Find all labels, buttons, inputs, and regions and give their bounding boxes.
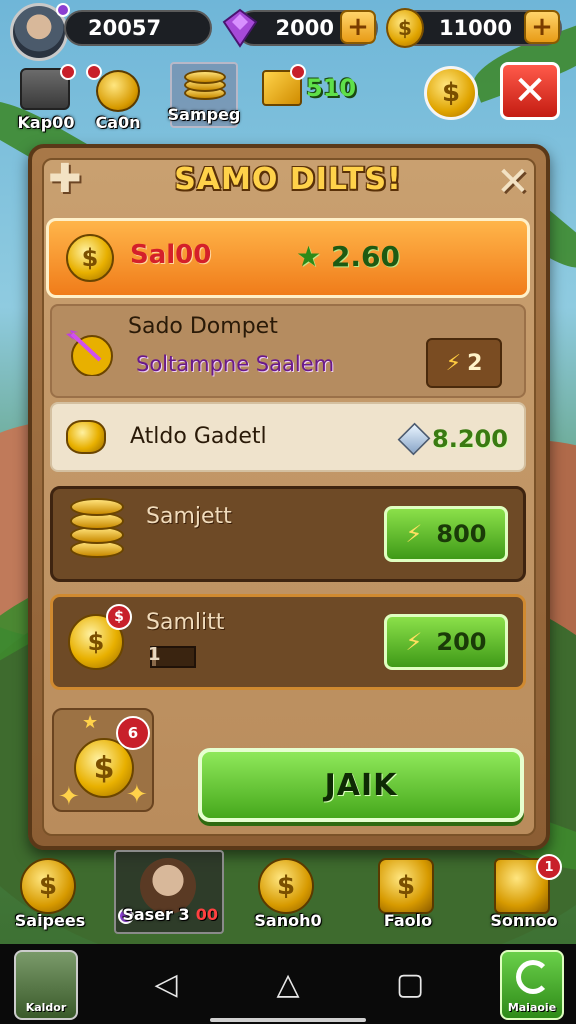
buy-button[interactable]: ⚡ 800	[384, 506, 508, 562]
item-value: 8.200	[397, 420, 510, 458]
dock-label: Saser 3	[122, 905, 190, 924]
settings-coin-icon[interactable]: $	[424, 66, 478, 120]
coin-icon: $	[66, 234, 114, 282]
score-counter: 20057	[64, 10, 212, 46]
shortcut-label: Kap00	[17, 113, 75, 132]
recents-icon[interactable]: ▢	[388, 962, 432, 1006]
dock-label: Saipees	[14, 911, 86, 930]
notification-dot	[290, 64, 306, 80]
item-label: Samlitt	[146, 610, 225, 635]
coin-icon: $	[20, 858, 76, 914]
shortcut-coin-bag[interactable]: Ca0n	[86, 64, 150, 132]
dock-badge: 1	[536, 854, 562, 880]
join-button[interactable]: JAIK	[198, 748, 524, 822]
star-icon: ★	[296, 240, 331, 273]
sparkle-icon: ✦	[58, 782, 80, 812]
panel-title: SAMO DILTS!	[174, 162, 402, 197]
bonus-reward-tile[interactable]: $ ✦ ✦ ★ 6	[52, 708, 154, 812]
bonus-badge: 6	[116, 716, 150, 750]
dock-item-character[interactable]: 00 Saser 3	[114, 850, 224, 934]
dock-item[interactable]: 1 Sonnoo	[488, 852, 562, 932]
item-title: Sado Dompet	[128, 314, 278, 339]
refresh-icon	[516, 960, 550, 994]
app-label: Maiaoie	[507, 1001, 557, 1014]
offer-value: ★ 2.60	[296, 240, 400, 273]
item-label: Atldo Gadetl	[130, 424, 267, 449]
item-value-text: 8.200	[432, 425, 508, 453]
dock-label: Faolo	[383, 911, 433, 930]
lightning-icon: ⚡	[405, 628, 423, 656]
dock-label: Sonnoo	[490, 911, 558, 930]
buy-price: 200	[436, 628, 487, 656]
lightning-icon: ⚡	[445, 350, 462, 376]
lightning-icon: ⚡	[405, 520, 423, 548]
coin-pile-icon	[66, 420, 106, 454]
magic-wand-icon	[66, 330, 113, 376]
item-count: 2	[467, 350, 483, 376]
panel-close-button[interactable]: ✕	[490, 160, 536, 204]
shortcut-label: Sampeg	[167, 105, 241, 124]
coin-stack-icon: $	[378, 858, 434, 914]
left-app-shortcut[interactable]: Kaldor	[14, 950, 78, 1020]
shortcut-samples[interactable]: Sampeg	[168, 62, 240, 128]
offer-price: 2.60	[330, 240, 400, 273]
add-coins-button[interactable]: +	[524, 10, 560, 44]
progress-text: 1	[148, 644, 161, 665]
coin-icon: $	[386, 8, 424, 48]
coin-icon: $	[258, 858, 314, 914]
add-gems-button[interactable]: +	[340, 10, 376, 44]
item-count-badge: ⚡ 2	[426, 338, 502, 388]
buy-button[interactable]: ⚡ 200	[384, 614, 508, 670]
bone-icon: ✚	[48, 156, 82, 202]
notification-badge: $	[106, 604, 132, 630]
coin-stack-layer	[70, 498, 124, 516]
notification-dot	[86, 64, 102, 80]
dock-label: Sanoh0	[254, 911, 322, 930]
notification-dot	[60, 64, 76, 80]
shortcut-label: Ca0n	[95, 113, 141, 132]
dock-item[interactable]: $ Sanoh0	[252, 852, 324, 932]
gems-value: 2000	[275, 16, 334, 40]
offer-label: Sal00	[130, 240, 212, 270]
box-count: 510	[306, 74, 357, 102]
diamond-icon	[397, 422, 431, 456]
right-app-shortcut[interactable]: Maiaoie	[500, 950, 564, 1020]
score-value: 20057	[88, 16, 162, 40]
dock-item[interactable]: $ Saipees	[14, 852, 86, 932]
purple-gem-icon	[222, 8, 258, 48]
coins-value: 11000	[438, 16, 512, 40]
app-label: Kaldor	[25, 1001, 67, 1014]
featured-offer-row[interactable]	[46, 218, 530, 298]
item-label: Samjett	[146, 504, 232, 529]
close-button[interactable]: ✕	[500, 62, 560, 120]
buy-price: 800	[436, 520, 487, 548]
sparkle-icon: ✦	[126, 780, 148, 810]
coin-stack-layer	[184, 70, 226, 84]
gesture-indicator	[210, 1018, 366, 1022]
top-bar: 20057 2000 + 11000 $ +	[0, 0, 576, 61]
coin-bag-icon	[96, 70, 140, 112]
item-subtitle: Soltampne Saalem	[136, 352, 335, 376]
dock-item[interactable]: $ Faolo	[372, 852, 444, 932]
star-icon: ★	[82, 712, 99, 733]
shortcut-chest[interactable]: Kap00	[14, 64, 78, 132]
back-icon[interactable]: ◁	[144, 962, 188, 1006]
home-icon[interactable]: △	[266, 962, 310, 1006]
